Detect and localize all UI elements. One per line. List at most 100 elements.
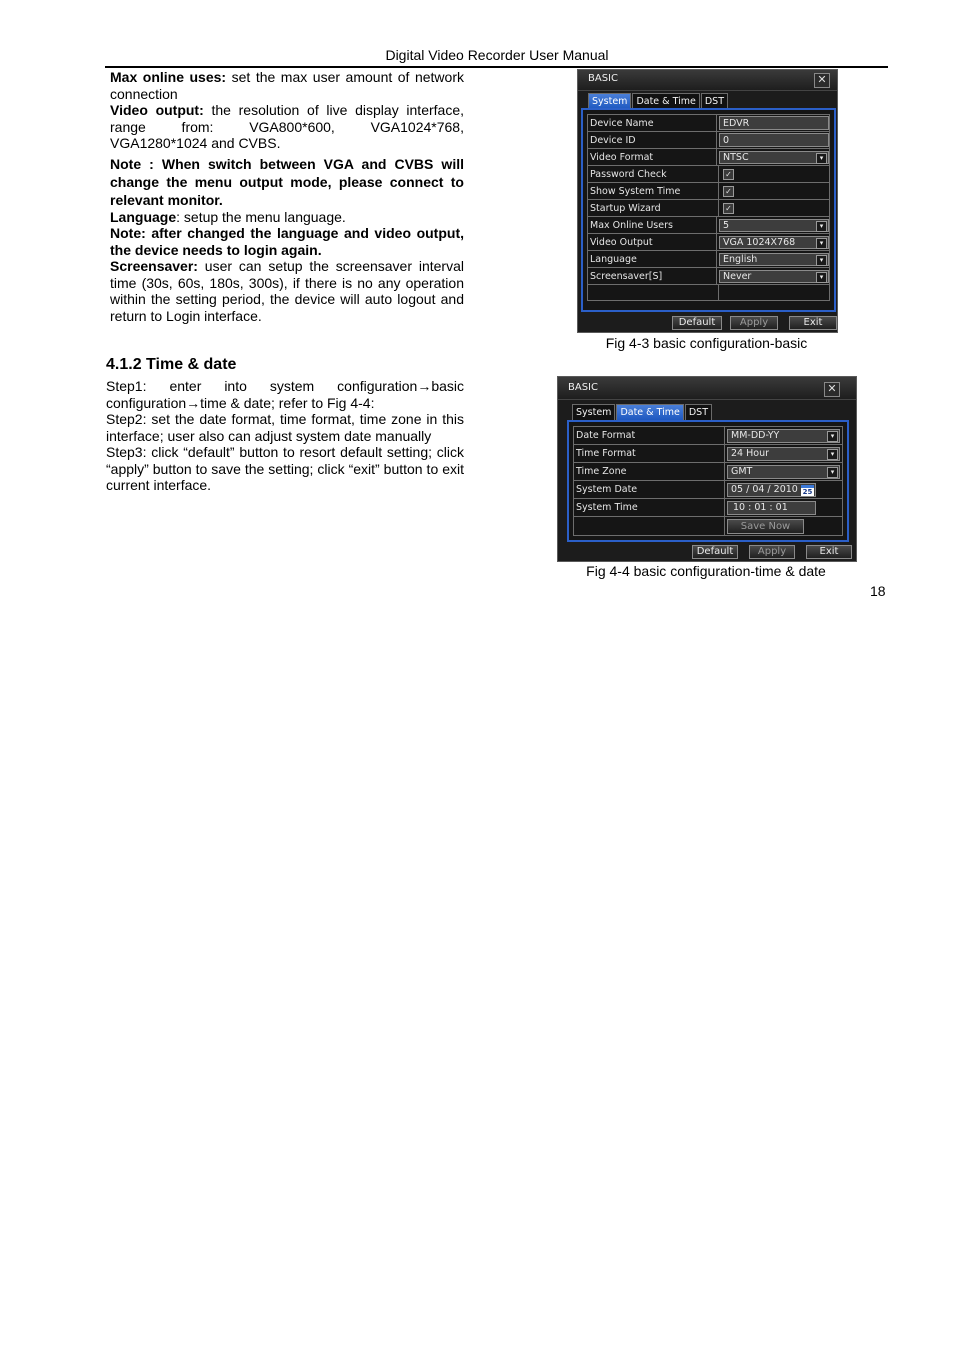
tab-system[interactable]: System bbox=[572, 404, 616, 420]
screensaver-select[interactable]: Never ▾ bbox=[719, 269, 829, 283]
system-date-input[interactable]: 05 / 04 / 2010 25 bbox=[727, 482, 816, 497]
step-2: Step2: set the date format, time format,… bbox=[106, 411, 464, 444]
time-format-select[interactable]: 24 Hour ▾ bbox=[727, 446, 840, 461]
dialog-titlebar: BASIC ✕ bbox=[578, 70, 837, 91]
basic-config-dialog-date-time: BASIC ✕ System Date & Time DST Date Form… bbox=[557, 376, 857, 562]
select-value: MM-DD-YY bbox=[731, 430, 780, 441]
video-format-select[interactable]: NTSC ▾ bbox=[719, 150, 829, 164]
system-time-input[interactable]: 10 : 01 : 01 bbox=[727, 500, 816, 515]
row-system-time: System Time 10 : 01 : 01 bbox=[574, 499, 842, 517]
chevron-down-icon[interactable]: ▾ bbox=[816, 220, 827, 232]
select-value: English bbox=[723, 253, 758, 265]
close-x-icon[interactable]: ✕ bbox=[814, 73, 830, 88]
tab-dst[interactable]: DST bbox=[684, 404, 712, 420]
row-label: Startup Wizard bbox=[588, 200, 719, 216]
chevron-down-icon[interactable]: ▾ bbox=[827, 448, 838, 460]
row-label: Show System Time bbox=[588, 183, 719, 199]
row-label: Max Online Users bbox=[588, 217, 717, 233]
device-name-input[interactable]: EDVR bbox=[719, 116, 829, 130]
row-label: System Time bbox=[574, 499, 725, 516]
row-label: Device Name bbox=[588, 115, 717, 131]
step-3: Step3: click “default” button to resort … bbox=[106, 444, 464, 493]
max-online-users-select[interactable]: 5 ▾ bbox=[719, 218, 829, 232]
row-label: Language bbox=[588, 251, 717, 267]
row-date-format: Date Format MM-DD-YY ▾ bbox=[574, 427, 842, 445]
select-value: Never bbox=[723, 270, 752, 282]
startup-wizard-checkbox[interactable]: ✓ bbox=[723, 202, 734, 214]
tab-bar: System Date & Time DST bbox=[588, 93, 729, 109]
show-system-time-checkbox[interactable]: ✓ bbox=[723, 185, 734, 197]
tab-date-time[interactable]: Date & Time bbox=[616, 404, 684, 420]
exit-button[interactable]: Exit bbox=[806, 545, 852, 559]
row-save-now: Save Now bbox=[574, 517, 842, 535]
settings-panel: Date Format MM-DD-YY ▾ Time Format 24 Hou… bbox=[567, 420, 849, 542]
row-empty bbox=[588, 285, 829, 300]
select-value: 5 bbox=[723, 219, 730, 231]
time-zone-select[interactable]: GMT ▾ bbox=[727, 464, 840, 479]
section-heading: 4.1.2 Time & date bbox=[106, 356, 237, 373]
calendar-icon[interactable]: 25 bbox=[801, 484, 814, 496]
dialog-title: BASIC bbox=[588, 73, 618, 84]
document-header-title: Digital Video Recorder User Manual bbox=[385, 47, 609, 63]
select-value: 24 Hour bbox=[731, 448, 769, 459]
basic-config-dialog-system: BASIC ✕ System Date & Time DST Device Na… bbox=[577, 69, 838, 333]
row-startup-wizard: Startup Wizard ✓ bbox=[588, 200, 829, 217]
row-label: Video Output bbox=[588, 234, 717, 250]
row-time-zone: Time Zone GMT ▾ bbox=[574, 463, 842, 481]
row-label bbox=[588, 285, 719, 300]
row-label: Time Format bbox=[574, 445, 725, 462]
row-label: Video Format bbox=[588, 149, 717, 165]
exit-button[interactable]: Exit bbox=[789, 316, 837, 330]
date-format-select[interactable]: MM-DD-YY ▾ bbox=[727, 428, 840, 443]
row-label bbox=[574, 517, 725, 535]
chevron-down-icon[interactable]: ▾ bbox=[816, 271, 827, 283]
chevron-down-icon[interactable]: ▾ bbox=[827, 430, 838, 442]
row-value-empty bbox=[719, 285, 829, 300]
tab-dst[interactable]: DST bbox=[700, 93, 728, 109]
language-select[interactable]: English ▾ bbox=[719, 252, 829, 266]
row-label: Screensaver[S] bbox=[588, 268, 717, 284]
row-label: Date Format bbox=[574, 427, 725, 444]
password-check-checkbox[interactable]: ✓ bbox=[723, 168, 734, 180]
default-button[interactable]: Default bbox=[692, 545, 738, 559]
apply-button[interactable]: Apply bbox=[730, 316, 778, 330]
chevron-down-icon[interactable]: ▾ bbox=[827, 466, 838, 478]
default-button[interactable]: Default bbox=[672, 316, 722, 330]
row-device-id: Device ID 0 bbox=[588, 132, 829, 149]
chevron-down-icon[interactable]: ▾ bbox=[816, 152, 827, 164]
device-id-input[interactable]: 0 bbox=[719, 133, 829, 147]
video-output-select[interactable]: VGA 1024X768 ▾ bbox=[719, 235, 829, 249]
row-video-output: Video Output VGA 1024X768 ▾ bbox=[588, 234, 829, 251]
settings-grid: Device Name EDVR Device ID 0 Video Forma… bbox=[587, 114, 830, 301]
date-value: 05 / 04 / 2010 bbox=[731, 484, 798, 495]
row-system-date: System Date 05 / 04 / 2010 25 bbox=[574, 481, 842, 499]
apply-button[interactable]: Apply bbox=[749, 545, 795, 559]
row-label: System Date bbox=[574, 481, 725, 498]
section-steps: Step1: enter into system configuration→b… bbox=[106, 378, 464, 494]
note-vga-cvbs: Note : When switch between VGA and CVBS … bbox=[110, 155, 464, 209]
chevron-down-icon[interactable]: ▾ bbox=[816, 254, 827, 266]
row-screensaver: Screensaver[S] Never ▾ bbox=[588, 268, 829, 285]
select-value: VGA 1024X768 bbox=[723, 236, 796, 248]
figure-caption: Fig 4-3 basic configuration-basic bbox=[605, 335, 808, 351]
page-number: 18 bbox=[870, 583, 886, 599]
term-label: Screensaver: bbox=[110, 258, 198, 274]
save-now-button[interactable]: Save Now bbox=[727, 518, 804, 534]
tab-date-time[interactable]: Date & Time bbox=[632, 93, 700, 109]
row-label: Device ID bbox=[588, 132, 717, 148]
settings-grid: Date Format MM-DD-YY ▾ Time Format 24 Hou… bbox=[573, 426, 843, 536]
row-label: Time Zone bbox=[574, 463, 725, 480]
tab-system[interactable]: System bbox=[588, 93, 632, 109]
step-1: Step1: enter into system configuration→b… bbox=[106, 378, 464, 411]
paragraph-video-output: Video output: the resolution of live dis… bbox=[110, 102, 464, 152]
settings-panel: Device Name EDVR Device ID 0 Video Forma… bbox=[581, 108, 836, 312]
dialog-title: BASIC bbox=[568, 382, 598, 393]
tab-bar: System Date & Time DST bbox=[572, 404, 713, 420]
row-password-check: Password Check ✓ bbox=[588, 166, 829, 183]
close-x-icon[interactable]: ✕ bbox=[824, 382, 840, 397]
select-value: NTSC bbox=[723, 151, 749, 163]
chevron-down-icon[interactable]: ▾ bbox=[816, 237, 827, 249]
figure-caption: Fig 4-4 basic configuration-time & date bbox=[586, 563, 826, 579]
row-video-format: Video Format NTSC ▾ bbox=[588, 149, 829, 166]
left-column-text: Max online uses: set the max user amount… bbox=[110, 69, 464, 324]
